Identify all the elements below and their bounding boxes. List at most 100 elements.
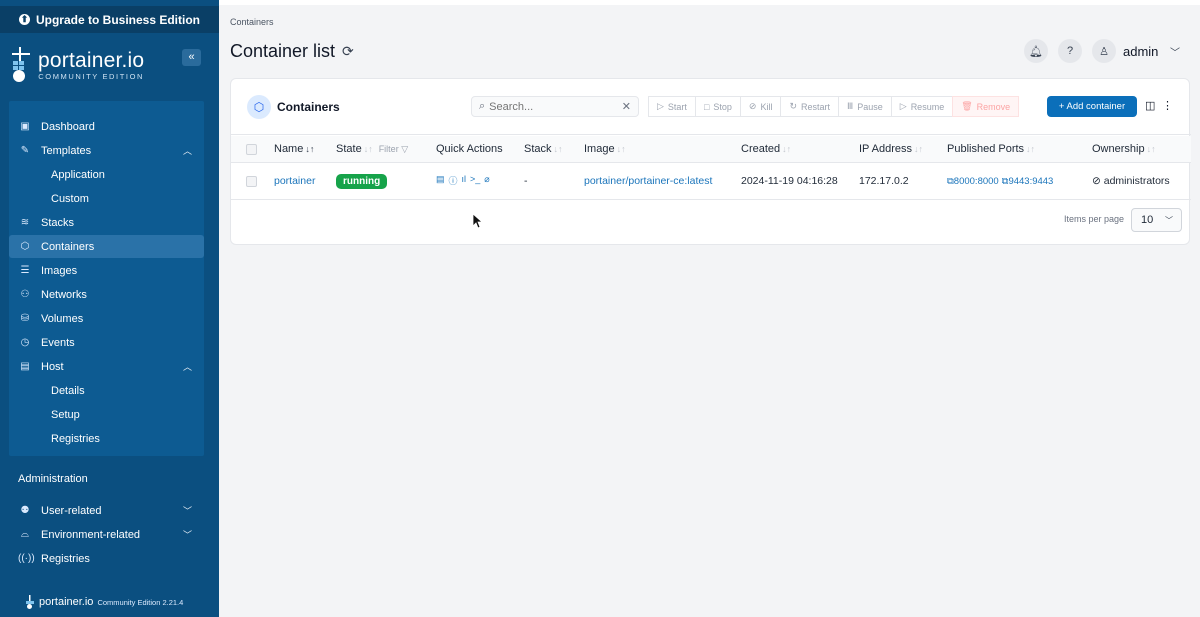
search-input[interactable] bbox=[489, 100, 608, 113]
sidebar-item-label: Templates bbox=[41, 144, 92, 157]
refresh-icon[interactable]: ⟳ bbox=[342, 43, 354, 60]
sidebar-item-custom[interactable]: Custom bbox=[51, 187, 89, 210]
column-state[interactable]: State ↓↑ Filter ▽ bbox=[336, 143, 408, 155]
search-icon: ⌕ bbox=[479, 100, 486, 112]
sidebar-item-containers[interactable]: ⬡ Containers bbox=[9, 235, 204, 258]
sidebar-item-details[interactable]: Details bbox=[51, 379, 85, 402]
select-all-checkbox[interactable] bbox=[246, 144, 257, 155]
upgrade-label: Upgrade to Business Edition bbox=[35, 12, 200, 27]
logs-icon[interactable]: ▤ bbox=[436, 174, 445, 187]
breadcrumb[interactable]: Containers bbox=[230, 17, 274, 27]
network-icon: ⚇ bbox=[20, 289, 30, 300]
ip-value: 172.17.0.2 bbox=[859, 175, 909, 187]
pause-button[interactable]: Ⅲ Pause bbox=[838, 96, 892, 117]
sidebar-item-host[interactable]: ▤ Host ︿ bbox=[9, 355, 204, 378]
logo[interactable]: portainer.io COMMUNITY EDITION bbox=[10, 47, 144, 83]
user-menu-label[interactable]: admin bbox=[1123, 44, 1158, 59]
sidebar-item-user-related[interactable]: ⚉ User-related ﹀ bbox=[9, 499, 204, 522]
brand-name: portainer.io bbox=[38, 48, 145, 72]
attach-icon[interactable]: ⌀ bbox=[484, 174, 489, 187]
play-icon: ▷ bbox=[899, 101, 907, 111]
sidebar-item-registries[interactable]: Registries bbox=[51, 427, 100, 450]
sidebar: ⬆ Upgrade to Business Edition portainer.… bbox=[0, 0, 219, 617]
sidebar-item-templates[interactable]: ✎ Templates ︿ bbox=[9, 139, 204, 162]
restart-button[interactable]: ↻ Restart bbox=[780, 96, 840, 117]
notifications-button[interactable]: 🔔︎ bbox=[1024, 39, 1048, 63]
help-icon: ? bbox=[1066, 45, 1074, 57]
column-image[interactable]: Image ↓↑ bbox=[584, 143, 626, 155]
footer-version: Community Edition 2.21.4 bbox=[97, 597, 184, 607]
sidebar-item-events[interactable]: ◷ Events bbox=[9, 331, 204, 354]
items-per-page-select[interactable]: 10 ﹀ bbox=[1131, 208, 1182, 232]
container-name-link[interactable]: portainer bbox=[274, 175, 315, 187]
search-box[interactable]: ⌕ ✕ bbox=[471, 96, 639, 117]
users-icon: ⚉ bbox=[20, 505, 30, 516]
column-created[interactable]: Created ↓↑ bbox=[741, 143, 791, 155]
hdd-icon: ⌓ bbox=[21, 529, 29, 540]
image-link[interactable]: portainer/portainer-ce:latest bbox=[584, 175, 712, 187]
box-icon: ⬡ bbox=[20, 241, 30, 252]
box-icon: ⬡ bbox=[247, 95, 271, 119]
sidebar-item-volumes[interactable]: ⛁ Volumes bbox=[9, 307, 204, 330]
sidebar-item-admin-registries[interactable]: ((·)) Registries bbox=[9, 547, 204, 570]
sidebar-item-application[interactable]: Application bbox=[51, 163, 105, 186]
chevron-down-icon[interactable]: ﹀ bbox=[1170, 44, 1180, 59]
port-link[interactable]: ⧉9443:9443 bbox=[1002, 176, 1054, 187]
add-container-button[interactable]: + Add container bbox=[1047, 96, 1137, 117]
radio-icon: ((·)) bbox=[18, 553, 35, 564]
sidebar-item-label: Images bbox=[41, 264, 78, 277]
eye-off-icon: ⊘ bbox=[1092, 175, 1101, 187]
sidebar-item-stacks[interactable]: ≋ Stacks bbox=[9, 211, 204, 234]
remove-button[interactable]: 🗑︎ Remove bbox=[952, 96, 1020, 117]
state-filter[interactable]: Filter ▽ bbox=[379, 144, 408, 154]
collapse-sidebar-button[interactable]: « bbox=[182, 49, 201, 66]
inspect-icon[interactable]: ⓘ bbox=[449, 174, 458, 187]
sidebar-item-label: User-related bbox=[41, 504, 102, 517]
external-link-icon: ⧉ bbox=[947, 176, 954, 187]
container-actions: ▷ Start □ Stop ⊘ Kill ↻ Restart Ⅲ Pause ▷ Resu… bbox=[648, 96, 1020, 117]
column-ownership[interactable]: Ownership ↓↑ bbox=[1092, 143, 1156, 155]
items-per-page-label: Items per page bbox=[1064, 214, 1125, 224]
resume-button[interactable]: ▷ Resume bbox=[890, 96, 954, 117]
help-button[interactable]: ? bbox=[1058, 39, 1082, 63]
sidebar-item-environment-related[interactable]: ⌓ Environment-related ﹀ bbox=[9, 523, 204, 546]
top-strip bbox=[219, 0, 1200, 5]
bell-icon: 🔔︎ bbox=[1029, 45, 1043, 58]
portainer-logo-icon bbox=[12, 47, 30, 82]
stats-icon[interactable]: ıl bbox=[462, 174, 467, 187]
ownership-value: administrators bbox=[1103, 175, 1170, 187]
column-ip-address[interactable]: IP Address ↓↑ bbox=[859, 143, 923, 155]
sort-icon: ↓↑ bbox=[1026, 144, 1036, 154]
start-button[interactable]: ▷ Start bbox=[648, 96, 696, 117]
upgrade-banner[interactable]: ⬆ Upgrade to Business Edition bbox=[0, 6, 219, 33]
sidebar-item-networks[interactable]: ⚇ Networks bbox=[9, 283, 204, 306]
sidebar-item-label: Networks bbox=[41, 288, 87, 301]
kill-button[interactable]: ⊘ Kill bbox=[739, 96, 782, 117]
column-name[interactable]: Name ↓↑ bbox=[274, 143, 314, 155]
port-link[interactable]: ⧉8000:8000 bbox=[947, 176, 999, 187]
layers-icon: ≋ bbox=[20, 217, 30, 228]
sidebar-item-images[interactable]: ☰ Images bbox=[9, 259, 204, 282]
filter-icon: ▽ bbox=[401, 144, 409, 154]
sidebar-item-dashboard[interactable]: ▣ Dashboard bbox=[9, 115, 204, 138]
sidebar-footer: portainer.io Community Edition 2.21.4 bbox=[25, 595, 183, 609]
published-ports: ⧉8000:8000 ⧉9443:9443 bbox=[947, 175, 1053, 187]
more-options-icon[interactable]: ⋮ bbox=[1162, 99, 1173, 112]
row-checkbox[interactable] bbox=[246, 176, 257, 187]
column-stack[interactable]: Stack ↓↑ bbox=[524, 143, 563, 155]
columns-icon[interactable]: ◫ bbox=[1145, 99, 1155, 112]
clear-icon[interactable]: ✕ bbox=[622, 100, 631, 113]
chevron-down-icon: ﹀ bbox=[182, 530, 192, 540]
column-published-ports[interactable]: Published Ports ↓↑ bbox=[947, 143, 1035, 155]
stack-value: - bbox=[524, 175, 528, 187]
sidebar-item-label: Registries bbox=[41, 552, 90, 565]
sidebar-item-label: Containers bbox=[41, 240, 95, 253]
sidebar-item-setup[interactable]: Setup bbox=[51, 403, 80, 426]
clock-icon: ◷ bbox=[20, 337, 30, 348]
stop-button[interactable]: □ Stop bbox=[694, 96, 741, 117]
restart-icon: ↻ bbox=[789, 101, 797, 111]
user-avatar[interactable]: ♙ bbox=[1092, 39, 1116, 63]
brand-edition: COMMUNITY EDITION bbox=[38, 71, 145, 81]
column-quick-actions: Quick Actions bbox=[436, 143, 503, 155]
console-icon[interactable]: >_ bbox=[470, 174, 480, 187]
